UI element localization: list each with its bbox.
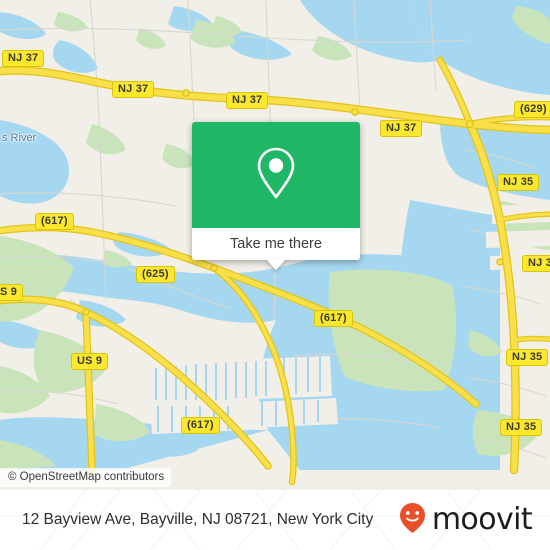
- moovit-brand[interactable]: moovit: [399, 502, 533, 539]
- take-me-there-label: Take me there: [230, 236, 322, 252]
- road-shield-us9-edge: S 9: [0, 284, 24, 301]
- road-shield-nj37-east: NJ 37: [380, 120, 423, 137]
- road-shield-us9: US 9: [71, 353, 109, 370]
- place-label-toms-river: s River: [2, 132, 37, 144]
- footer-content: 12 Bayview Ave, Bayville, NJ 08721, New …: [0, 490, 550, 550]
- road-shield-nj35-4: NJ 35: [500, 419, 543, 436]
- moovit-wordmark: moovit: [431, 502, 533, 537]
- osm-attribution[interactable]: © OpenStreetMap contributors: [0, 468, 172, 487]
- take-me-there-button[interactable]: Take me there: [192, 228, 360, 260]
- map-screen: s River NJ 37 NJ 37 NJ 37 NJ 37 (629) NJ…: [0, 0, 550, 550]
- destination-address: 12 Bayview Ave, Bayville, NJ 08721, New …: [22, 511, 374, 528]
- road-shield-nj35-2: NJ 35: [522, 255, 550, 272]
- road-shield-617-south: (617): [181, 417, 220, 434]
- popup-pointer-tail: [266, 259, 286, 270]
- road-shield-629: (629): [514, 101, 550, 118]
- location-popup[interactable]: Take me there: [192, 122, 360, 270]
- moovit-pin-smile-icon: [399, 502, 426, 539]
- road-shield-nj37-west: NJ 37: [2, 50, 45, 67]
- map-pin-icon: [253, 145, 299, 206]
- map-canvas[interactable]: s River NJ 37 NJ 37 NJ 37 NJ 37 (629) NJ…: [0, 0, 550, 490]
- footer-bar: 12 Bayview Ave, Bayville, NJ 08721, New …: [0, 490, 550, 550]
- road-shield-nj37-center: NJ 37: [226, 92, 269, 109]
- road-shield-617-bay: (617): [314, 310, 353, 327]
- popup-header: [192, 122, 360, 228]
- road-shield-617-north: (617): [35, 213, 74, 230]
- road-shield-nj35-3: NJ 35: [506, 349, 549, 366]
- road-shield-625: (625): [136, 266, 175, 283]
- road-shield-nj37-mid: NJ 37: [112, 81, 155, 98]
- road-shield-nj35-1: NJ 35: [497, 174, 540, 191]
